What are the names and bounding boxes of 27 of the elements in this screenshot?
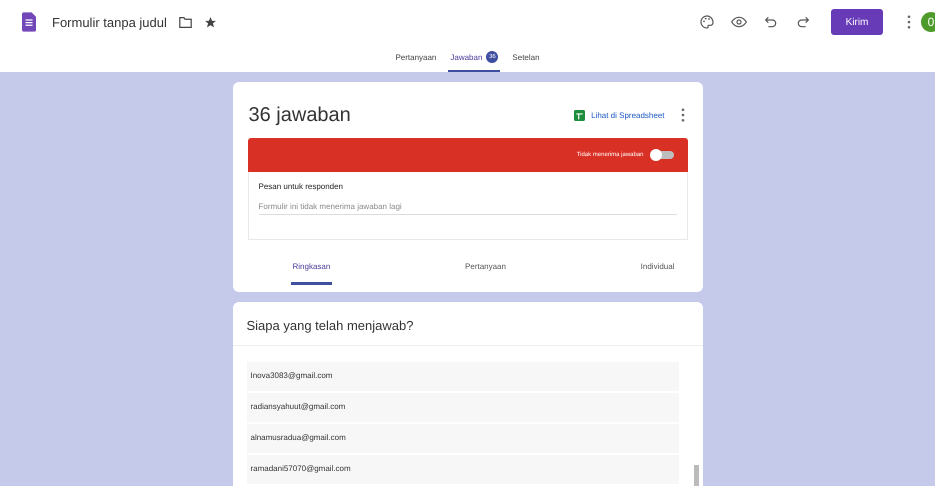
respondent-email: alnamusradua@gmail.com — [246, 424, 678, 453]
message-label: Pesan untuk responden — [258, 182, 344, 191]
form-title[interactable]: Formulir tanpa judul — [52, 14, 167, 30]
view-tab[interactable]: Individual — [638, 262, 676, 285]
undo-icon[interactable] — [763, 14, 779, 30]
view-tab[interactable]: Ringkasan — [290, 262, 332, 285]
more-icon[interactable] — [907, 15, 911, 29]
accepting-toggle[interactable] — [652, 151, 674, 159]
forms-logo-icon[interactable] — [22, 12, 36, 32]
respondent-email: ramadani57070@gmail.com — [246, 455, 678, 484]
spreadsheet-link[interactable]: Lihat di Spreadsheet — [591, 110, 664, 120]
nav-tab[interactable]: Setelan — [510, 44, 542, 72]
spreadsheet-icon[interactable] — [574, 110, 586, 120]
redo-icon[interactable] — [795, 14, 811, 30]
star-icon[interactable] — [204, 16, 217, 28]
eye-icon[interactable] — [731, 14, 747, 30]
folder-icon[interactable] — [178, 16, 192, 28]
palette-icon[interactable] — [699, 14, 715, 30]
account-avatar[interactable]: 0 — [921, 12, 935, 32]
response-count: 36 jawaban — [248, 104, 351, 126]
send-button[interactable]: Kirim — [831, 9, 883, 35]
view-tab[interactable]: Pertanyaan — [463, 262, 508, 285]
respondent-email: Inova3083@gmail.com — [246, 362, 678, 391]
section-title: Siapa yang telah menjawab? — [232, 302, 702, 346]
more-icon[interactable] — [680, 108, 684, 122]
nav-tab[interactable]: Pertanyaan — [393, 44, 438, 72]
respondent-email: radiansyahuut@gmail.com — [246, 393, 678, 422]
